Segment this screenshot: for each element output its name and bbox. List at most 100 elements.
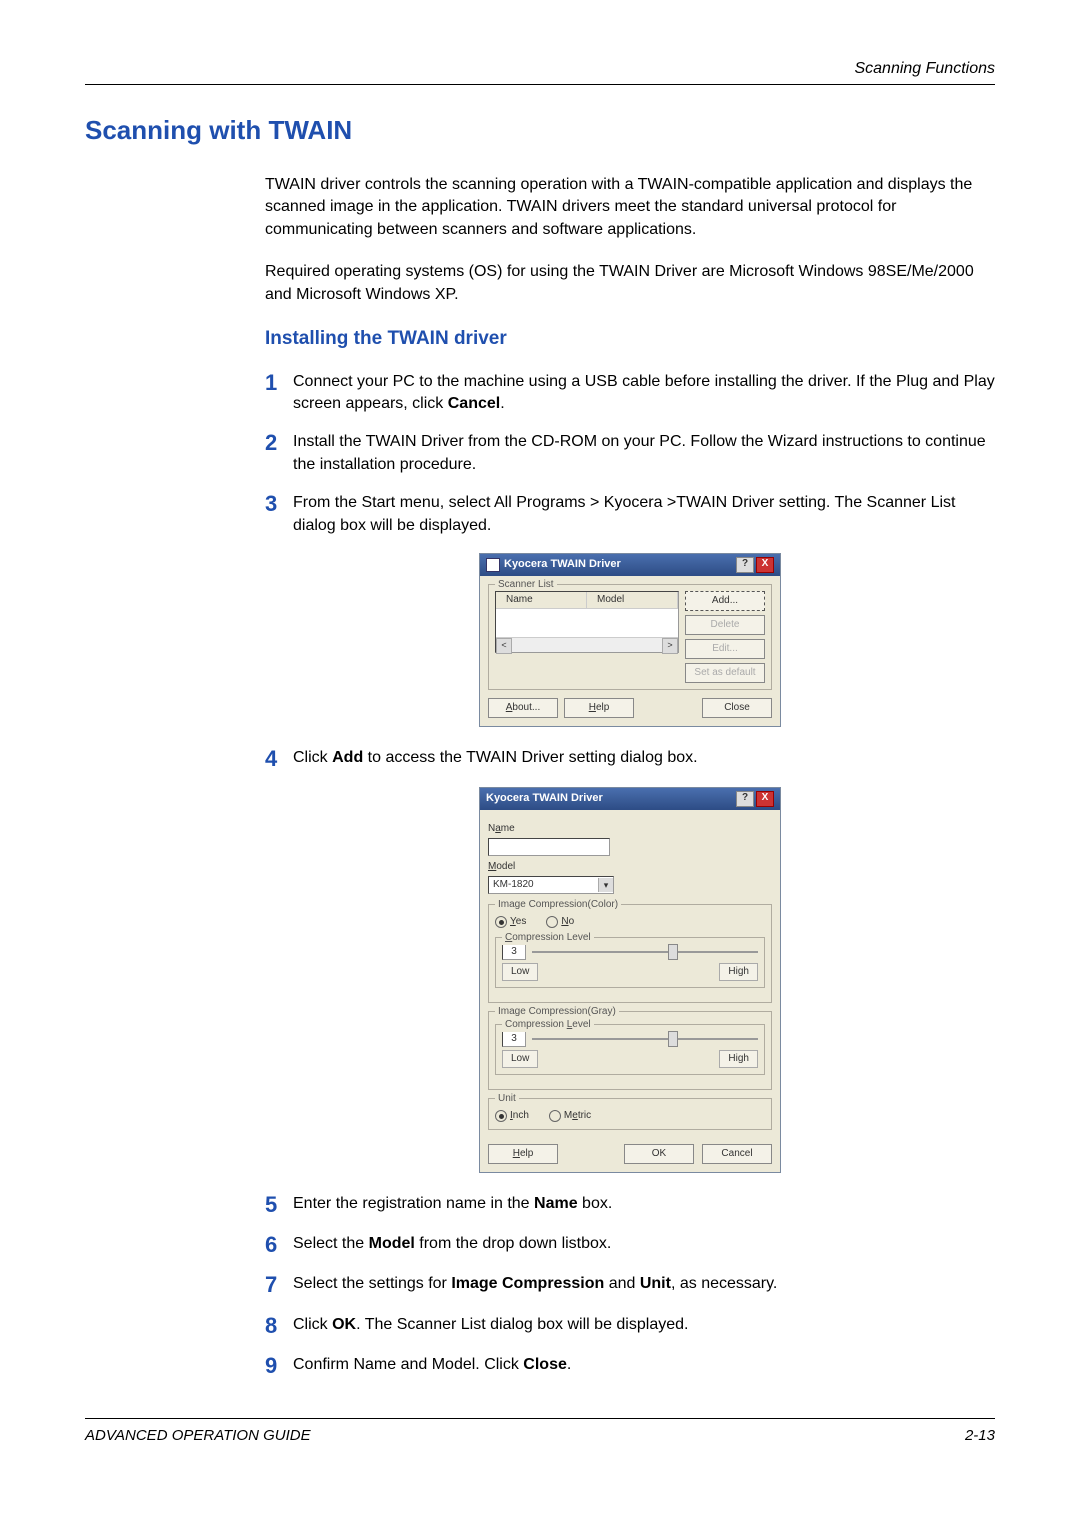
help-button[interactable]: Help [488, 1144, 558, 1164]
footer-left: ADVANCED OPERATION GUIDE [85, 1427, 311, 1444]
help-button[interactable]: Help [564, 698, 634, 718]
scanner-list-dialog: Kyocera TWAIN Driver ? X Scanner List [479, 553, 781, 727]
high-label: High [719, 963, 758, 981]
col-name[interactable]: Name [496, 592, 587, 608]
listview-header[interactable]: Name Model [496, 592, 678, 609]
bold-ok: OK [332, 1316, 356, 1333]
ok-button[interactable]: OK [624, 1144, 694, 1164]
titlebar[interactable]: Kyocera TWAIN Driver ? X [480, 788, 780, 810]
low-label: Low [502, 963, 538, 981]
chevron-down-icon[interactable]: ▾ [598, 878, 613, 892]
group-legend: Scanner List [495, 578, 557, 592]
step-2: 2 Install the TWAIN Driver from the CD-R… [265, 431, 995, 476]
scanner-listview[interactable]: Name Model < > [495, 591, 679, 653]
text: . [567, 1356, 571, 1373]
group-legend: Unit [495, 1092, 519, 1106]
slider-range-labels: Low High [502, 963, 758, 981]
text: Confirm Name and Model. Click [293, 1356, 523, 1373]
step-text: Confirm Name and Model. Click Close. [293, 1354, 995, 1376]
model-combobox[interactable]: KM-1820 ▾ [488, 876, 614, 894]
text: from the drop down listbox. [415, 1235, 612, 1252]
radio-label: Inch [510, 1109, 529, 1123]
slider-track[interactable] [532, 951, 758, 953]
delete-button[interactable]: Delete [685, 615, 765, 635]
main-content: TWAIN driver controls the scanning opera… [265, 174, 995, 1378]
step-text: Select the settings for Image Compressio… [293, 1273, 995, 1295]
group-legend: Image Compression(Gray) [495, 1005, 619, 1019]
dialog-body: Scanner List Name Model < [480, 576, 780, 726]
dialog2-wrapper: Kyocera TWAIN Driver ? X Name Model KM-1… [265, 787, 995, 1173]
radio-label: Yes [510, 915, 526, 929]
text: Select the settings for [293, 1275, 451, 1292]
text: Enter the registration name in the [293, 1195, 534, 1212]
model-value: KM-1820 [493, 878, 534, 892]
horizontal-scrollbar[interactable]: < > [496, 637, 678, 652]
step-1: 1 Connect your PC to the machine using a… [265, 371, 995, 416]
scanner-list-group: Scanner List Name Model < [488, 584, 772, 690]
step-number: 7 [265, 1273, 293, 1297]
bold-unit: Unit [640, 1275, 671, 1292]
text: to access the TWAIN Driver setting dialo… [363, 749, 697, 766]
radio-metric[interactable]: Metric [549, 1109, 591, 1123]
twain-settings-dialog: Kyocera TWAIN Driver ? X Name Model KM-1… [479, 787, 781, 1173]
step-number: 4 [265, 747, 293, 771]
app-icon [486, 558, 500, 572]
step-3: 3 From the Start menu, select All Progra… [265, 492, 995, 537]
dialog-title: Kyocera TWAIN Driver [504, 557, 621, 572]
scroll-right-arrow-icon[interactable]: > [662, 638, 678, 654]
add-button[interactable]: Add... [685, 591, 765, 611]
close-button[interactable]: Close [702, 698, 772, 718]
text: Click [293, 1316, 332, 1333]
text: Connect your PC to the machine using a U… [293, 373, 995, 412]
radio-dot-icon [546, 916, 558, 928]
step-8: 8 Click OK. The Scanner List dialog box … [265, 1314, 995, 1338]
bold-imgcomp: Image Compression [451, 1275, 604, 1292]
text: . The Scanner List dialog box will be di… [356, 1316, 688, 1333]
radio-yes[interactable]: Yes [495, 915, 526, 929]
step-text: From the Start menu, select All Programs… [293, 492, 995, 537]
group-legend: Compression Level [502, 1018, 594, 1032]
scroll-left-arrow-icon[interactable]: < [496, 638, 512, 654]
high-label: High [719, 1050, 758, 1068]
image-compression-gray-group: Image Compression(Gray) Compression Leve… [488, 1011, 772, 1090]
name-input[interactable] [488, 838, 610, 856]
radio-no[interactable]: No [546, 915, 574, 929]
set-default-button[interactable]: Set as default [685, 663, 765, 683]
step-number: 8 [265, 1314, 293, 1338]
slider-value: 3 [502, 1031, 526, 1047]
text: and [604, 1275, 640, 1292]
slider-thumb[interactable] [668, 944, 678, 960]
about-label-rest: bout... [512, 702, 540, 713]
step-text: Enter the registration name in the Name … [293, 1193, 995, 1215]
step-text: Click OK. The Scanner List dialog box wi… [293, 1314, 995, 1336]
slider-thumb[interactable] [668, 1031, 678, 1047]
radio-dot-icon [495, 916, 507, 928]
radio-dot-icon [495, 1110, 507, 1122]
titlebar[interactable]: Kyocera TWAIN Driver ? X [480, 554, 780, 576]
cancel-button[interactable]: Cancel [702, 1144, 772, 1164]
step-5: 5 Enter the registration name in the Nam… [265, 1193, 995, 1217]
step-7: 7 Select the settings for Image Compress… [265, 1273, 995, 1297]
image-compression-color-group: Image Compression(Color) Yes No [488, 904, 772, 1003]
close-icon[interactable]: X [756, 557, 774, 573]
step-number: 1 [265, 371, 293, 395]
section-header: Scanning Functions [85, 60, 995, 78]
close-icon[interactable]: X [756, 791, 774, 807]
compression-level-color-group: Compression Level 3 Low High [495, 937, 765, 988]
help-icon[interactable]: ? [736, 791, 754, 807]
help-icon[interactable]: ? [736, 557, 754, 573]
bold-cancel: Cancel [448, 395, 500, 412]
col-model[interactable]: Model [587, 592, 678, 608]
radio-inch[interactable]: Inch [495, 1109, 529, 1123]
model-label: Model [488, 860, 772, 874]
edit-button[interactable]: Edit... [685, 639, 765, 659]
compression-slider-color[interactable]: 3 [502, 944, 758, 960]
header-rule [85, 84, 995, 85]
slider-track[interactable] [532, 1038, 758, 1040]
slider-range-labels: Low High [502, 1050, 758, 1068]
text: Click [293, 749, 332, 766]
footer-rule [85, 1418, 995, 1419]
compression-slider-gray[interactable]: 3 [502, 1031, 758, 1047]
step-text: Select the Model from the drop down list… [293, 1233, 995, 1255]
about-button[interactable]: About... [488, 698, 558, 718]
